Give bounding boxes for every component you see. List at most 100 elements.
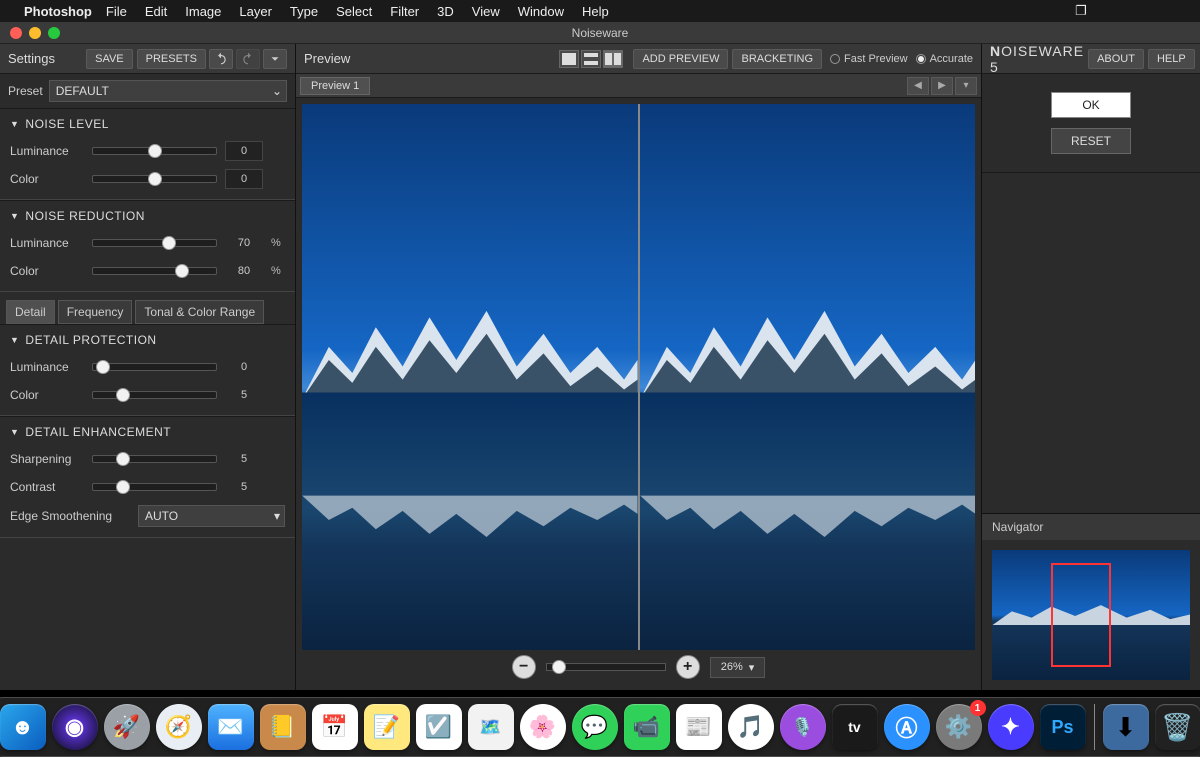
dp-luminance-slider[interactable] [92,363,217,371]
menu-3d[interactable]: 3D [437,4,454,19]
dropdown-button[interactable] [263,49,287,69]
bracketing-button[interactable]: BRACKETING [732,49,822,69]
dock-mail[interactable]: ✉️ [208,704,254,750]
tab-tonal[interactable]: Tonal & Color Range [135,300,264,324]
nl-luminance-value[interactable]: 0 [225,141,263,161]
de-sharpen-label: Sharpening [10,452,84,466]
menu-image[interactable]: Image [185,4,221,19]
dock-safari[interactable]: 🧭 [156,704,202,750]
tab-menu-button[interactable]: ▾ [955,77,977,95]
dock-notes[interactable]: 📝 [364,704,410,750]
dock-podcasts[interactable]: 🎙️ [780,704,826,750]
dock-launchpad[interactable]: 🚀 [104,704,150,750]
ok-button[interactable]: OK [1051,92,1131,118]
menu-file[interactable]: File [106,4,127,19]
detail-enhancement-header[interactable]: ▼DETAIL ENHANCEMENT [10,419,285,445]
dock-contacts[interactable]: 📒 [260,704,306,750]
edge-smoothening-label: Edge Smoothening [10,509,130,523]
noise-reduction-header[interactable]: ▼NOISE REDUCTION [10,203,285,229]
dp-color-value: 5 [225,385,263,405]
menu-filter[interactable]: Filter [390,4,419,19]
presets-button[interactable]: PRESETS [137,49,206,69]
dock-appstore[interactable]: Ⓐ [884,704,930,750]
zoom-slider[interactable] [546,663,666,671]
nl-color-value[interactable]: 0 [225,169,263,189]
dock-separator [1094,704,1095,750]
dp-color-slider[interactable] [92,391,217,399]
dock-settings[interactable]: ⚙️1 [936,704,982,750]
menubar-appname[interactable]: Photoshop [24,4,92,19]
edge-smoothening-value: AUTO [145,509,178,523]
menu-window[interactable]: Window [518,4,564,19]
dock: ☻◉🚀🧭✉️📒📅📝☑️🗺️🌸💬📹📰🎵🎙️tvⒶ⚙️1✦Ps ⬇︎🗑️ [0,690,1200,757]
settings-title: Settings [8,51,55,66]
undo-button[interactable] [209,49,233,69]
preset-select[interactable]: DEFAULT ⌄ [49,80,287,102]
next-tab-button[interactable]: ▶ [931,77,953,95]
menu-help[interactable]: Help [582,4,609,19]
dp-color-label: Color [10,388,84,402]
accurate-radio[interactable]: Accurate [916,53,973,65]
fast-preview-radio[interactable]: Fast Preview [830,53,908,65]
chevron-down-icon: ▾ [749,661,755,674]
nl-color-label: Color [10,172,84,186]
dock-maps[interactable]: 🗺️ [468,704,514,750]
navigator-viewport-box[interactable] [1051,563,1110,667]
save-button[interactable]: SAVE [86,49,133,69]
nr-luminance-slider[interactable] [92,239,217,247]
prev-tab-button[interactable]: ◀ [907,77,929,95]
edge-smoothening-select[interactable]: AUTO ▾ [138,505,285,527]
dock-reminders[interactable]: ☑️ [416,704,462,750]
tab-frequency[interactable]: Frequency [58,300,133,324]
redo-button[interactable] [236,49,260,69]
dock-trash[interactable]: 🗑️ [1155,704,1200,750]
dock-downloads[interactable]: ⬇︎ [1103,704,1149,750]
noise-level-header[interactable]: ▼NOISE LEVEL [10,111,285,137]
menu-edit[interactable]: Edit [145,4,167,19]
brand-name: NOISEWARE 5 [990,43,1084,75]
dock-tv[interactable]: tv [832,704,878,750]
dock-photoshop[interactable]: Ps [1040,704,1086,750]
nl-luminance-slider[interactable] [92,147,217,155]
tab-detail[interactable]: Detail [6,300,55,324]
zoom-out-button[interactable]: − [512,655,536,679]
close-window-button[interactable] [10,27,22,39]
zoom-in-button[interactable]: + [676,655,700,679]
dock-calendar[interactable]: 📅 [312,704,358,750]
view-split-h[interactable] [581,50,601,68]
menu-view[interactable]: View [472,4,500,19]
dock-facetime[interactable]: 📹 [624,704,670,750]
dock-finder[interactable]: ☻ [0,704,46,750]
reset-button[interactable]: RESET [1051,128,1131,154]
nl-color-slider[interactable] [92,175,217,183]
dock-news[interactable]: 📰 [676,704,722,750]
dock-siri[interactable]: ◉ [52,704,98,750]
preset-value: DEFAULT [56,84,109,98]
add-preview-button[interactable]: ADD PREVIEW [633,49,728,69]
dock-app1[interactable]: ✦ [988,704,1034,750]
nr-color-slider[interactable] [92,267,217,275]
minimize-window-button[interactable] [29,27,41,39]
preview-image[interactable] [302,104,975,650]
de-contrast-slider[interactable] [92,483,217,491]
detail-protection-header[interactable]: ▼DETAIL PROTECTION [10,327,285,353]
menu-type[interactable]: Type [290,4,318,19]
window-title: Noiseware [572,26,629,40]
view-split-v[interactable] [603,50,623,68]
de-sharpen-slider[interactable] [92,455,217,463]
preview-tab-1[interactable]: Preview 1 [300,77,370,95]
menu-layer[interactable]: Layer [239,4,272,19]
about-button[interactable]: ABOUT [1088,49,1144,69]
zoom-value-select[interactable]: 26%▾ [710,657,766,678]
zoom-window-button[interactable] [48,27,60,39]
menu-select[interactable]: Select [336,4,372,19]
dock-photos[interactable]: 🌸 [520,704,566,750]
display-icon[interactable]: ❐ [1075,3,1087,19]
navigator-thumbnail[interactable] [992,550,1190,680]
chevron-down-icon: ▾ [274,509,280,523]
dock-messages[interactable]: 💬 [572,704,618,750]
preview-title: Preview [304,51,350,66]
help-button[interactable]: HELP [1148,49,1195,69]
dock-music[interactable]: 🎵 [728,704,774,750]
view-single[interactable] [559,50,579,68]
